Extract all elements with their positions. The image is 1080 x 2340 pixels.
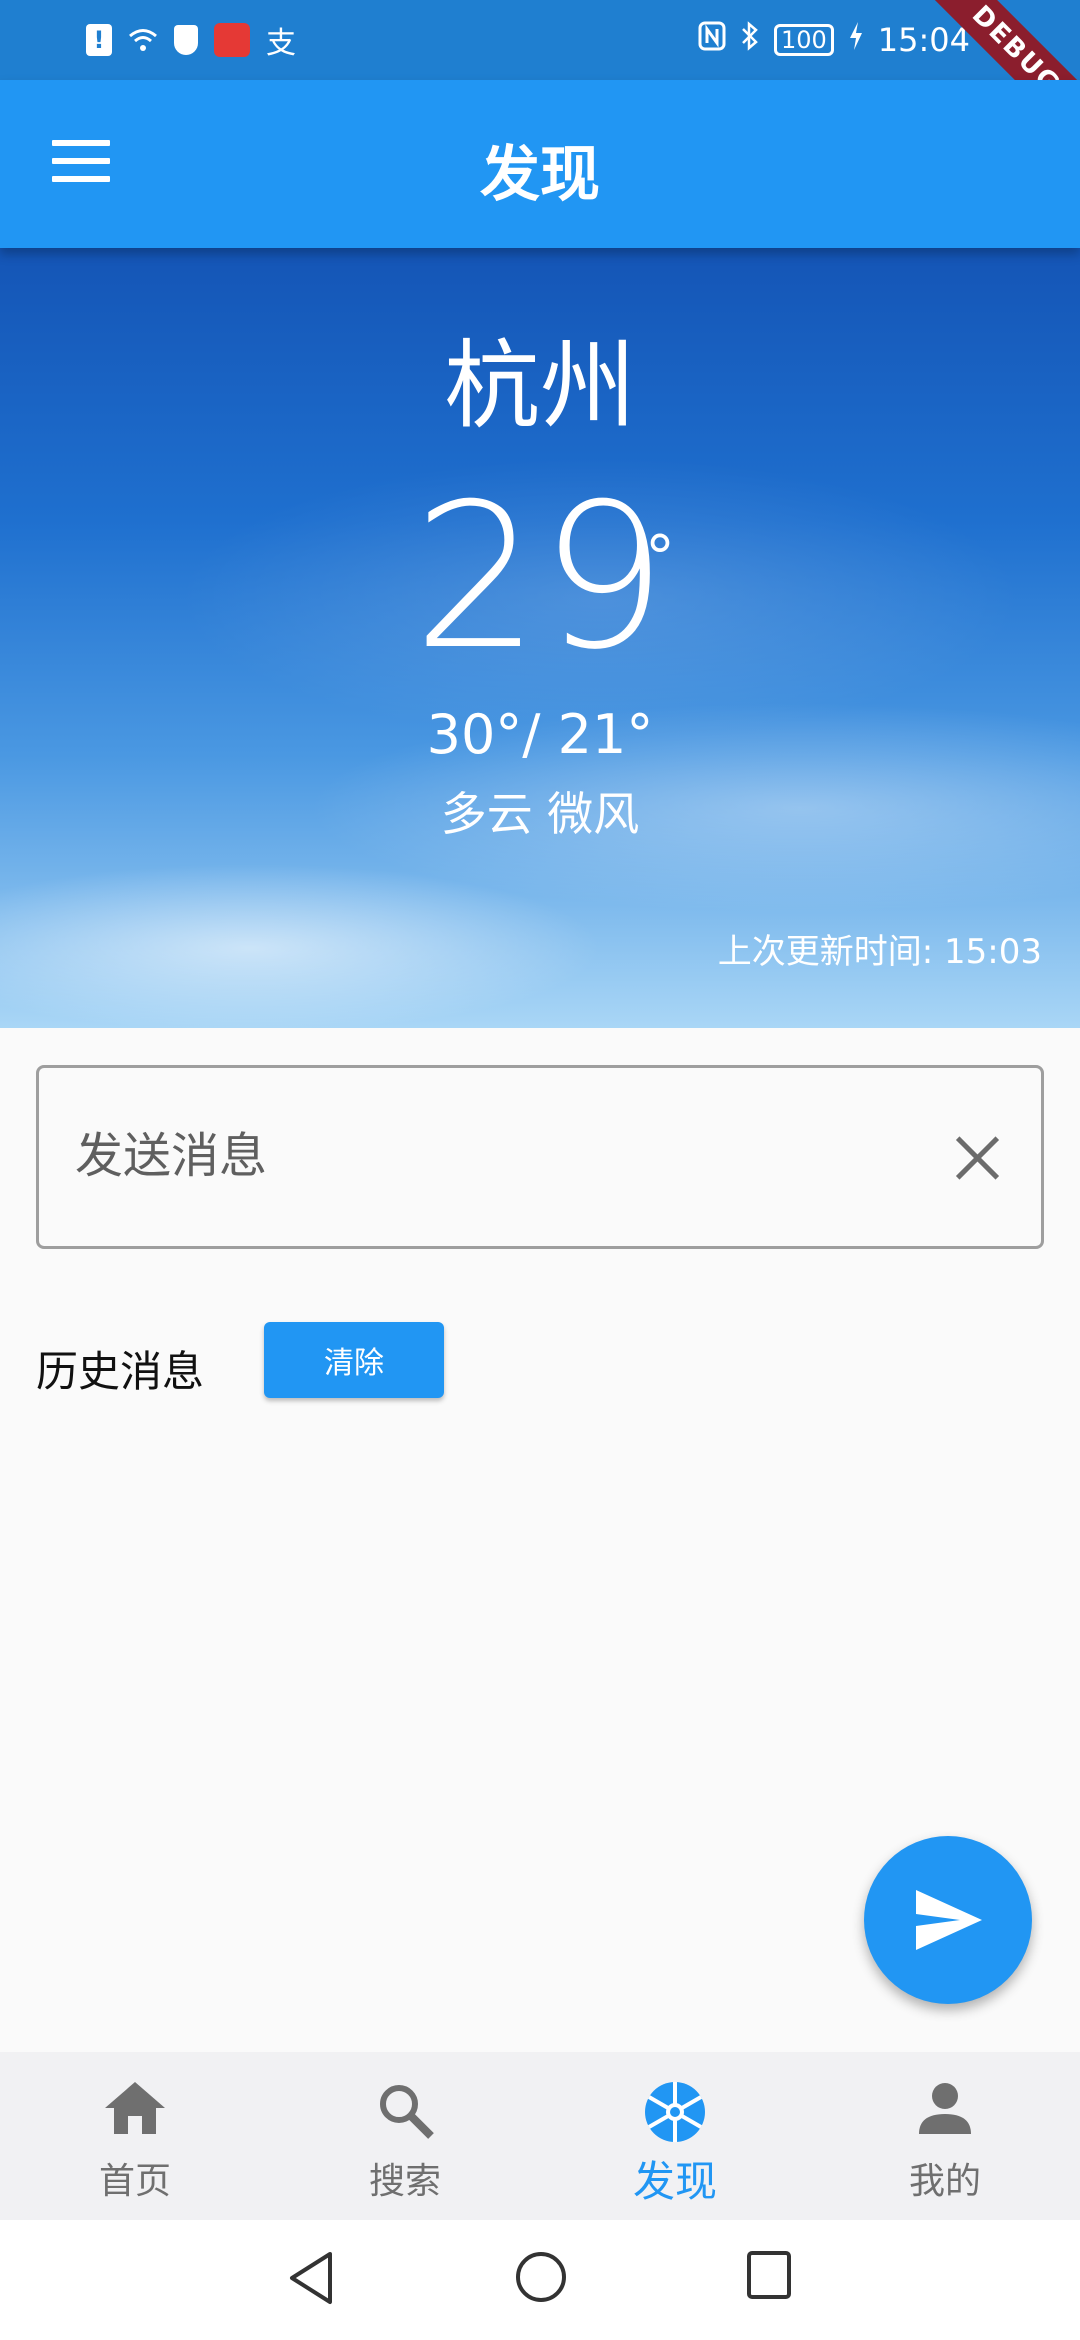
charging-icon: [848, 21, 864, 59]
app-bar: 发现: [0, 80, 1080, 248]
status-bar: ! 支 100 15:04: [0, 0, 1080, 80]
nav-item-profile[interactable]: 我的: [810, 2052, 1080, 2220]
shield-icon: [174, 25, 198, 55]
degree-symbol: °: [645, 523, 675, 593]
app-icon: [214, 23, 250, 57]
status-time: 15:04: [877, 21, 970, 59]
last-updated: 上次更新时间: 15:03: [717, 932, 1042, 972]
nav-item-discover[interactable]: 发现: [540, 2052, 810, 2220]
page-title: 发现: [480, 140, 600, 210]
person-icon: [919, 2083, 971, 2134]
clear-history-button[interactable]: 清除: [264, 1322, 444, 1398]
weather-temperature: 29: [412, 461, 668, 694]
send-button[interactable]: [864, 1836, 1032, 2004]
bottom-nav: 首页 搜索 发现 我的: [0, 2052, 1080, 2220]
wifi-icon: [129, 29, 157, 51]
discover-icon: [645, 2082, 705, 2142]
nfc-icon: [698, 21, 726, 59]
alert-icon: !: [86, 24, 112, 56]
nav-label-profile: 我的: [908, 2161, 981, 2202]
home-icon: [105, 2082, 165, 2134]
weather-card: 杭州 29 ° 30°/ 21° 多云 微风 上次更新时间: 15:03: [0, 248, 1080, 1028]
weather-city: 杭州: [444, 330, 636, 442]
nav-label-discover: 发现: [632, 2157, 717, 2206]
search-icon: [380, 2085, 434, 2139]
recent-apps-icon[interactable]: [746, 2250, 792, 2300]
close-icon[interactable]: [953, 1134, 1001, 1182]
send-icon: [916, 1890, 982, 1950]
system-nav-bar: [0, 2220, 1080, 2340]
battery-icon: 100: [773, 24, 834, 56]
weather-description: 多云 微风: [440, 787, 640, 841]
nav-item-search[interactable]: 搜索: [270, 2052, 540, 2220]
nav-label-home: 首页: [98, 2161, 171, 2202]
bluetooth-icon: [740, 20, 760, 60]
message-input-box: [36, 1065, 1044, 1249]
nav-item-home[interactable]: 首页: [0, 2052, 270, 2220]
status-right-icons: 100 15:04: [698, 20, 970, 60]
nav-label-search: 搜索: [368, 2161, 441, 2202]
status-left-icons: ! 支: [86, 20, 296, 61]
home-circle-icon[interactable]: [514, 2250, 568, 2304]
back-icon[interactable]: [288, 2250, 334, 2306]
alipay-icon: 支: [266, 26, 296, 61]
history-label: 历史消息: [36, 1347, 205, 1396]
message-input[interactable]: [75, 1116, 925, 1196]
weather-range: 30°/ 21°: [426, 703, 654, 766]
